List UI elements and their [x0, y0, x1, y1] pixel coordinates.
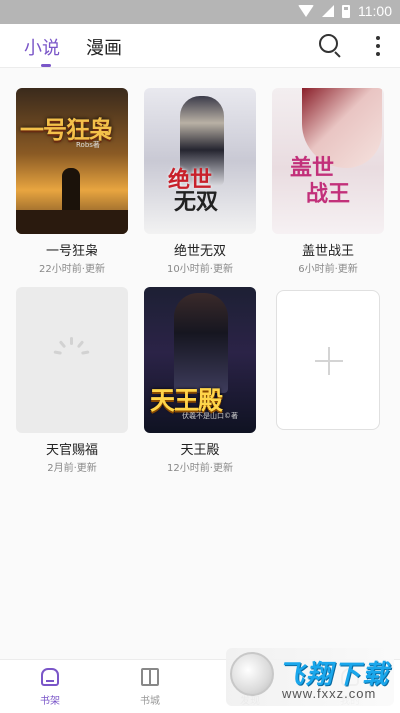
book-title: 天王殿: [180, 443, 220, 458]
wifi-icon: [298, 5, 314, 17]
book-update-time: 12小时前·更新: [167, 463, 233, 474]
nav-label: 书架: [40, 696, 60, 707]
book-card-1[interactable]: 一号狂枭 Robs著 一号狂枭 22小时前·更新: [16, 88, 128, 278]
book-cover[interactable]: 天王殿 伏羲不是山口©著: [144, 287, 256, 433]
cover-title: 盖世: [290, 156, 335, 181]
tab-novel[interactable]: 小说: [24, 34, 60, 60]
tab-comic[interactable]: 漫画: [86, 34, 122, 60]
book-title: 天官赐福: [45, 443, 98, 458]
nav-label: 书城: [140, 696, 160, 707]
book-card-2[interactable]: 绝世 无双 绝世无双 10小时前·更新: [144, 88, 256, 278]
book-update-time: 2月前·更新: [47, 463, 97, 474]
book-title: 一号狂枭: [45, 244, 98, 259]
add-book-button[interactable]: [276, 290, 380, 430]
book-card-3[interactable]: 盖世 战王 盖世战王 6小时前·更新: [272, 88, 384, 278]
nav-item-bookshelf[interactable]: 书架: [0, 660, 100, 713]
top-app-bar: 小说 漫画: [0, 24, 400, 68]
cover-author: Robs著: [76, 141, 100, 149]
plus-icon: [315, 347, 343, 375]
active-tab-indicator: [41, 64, 51, 67]
book-title: 绝世无双: [173, 244, 226, 259]
cover-title-line2: 无双: [174, 190, 219, 215]
more-options-icon[interactable]: [372, 35, 384, 57]
home-icon: [41, 668, 59, 686]
status-bar: 11:00: [0, 0, 400, 24]
watermark-logo-icon: [230, 652, 274, 696]
battery-icon: [342, 4, 350, 18]
book-cover[interactable]: 绝世 无双: [144, 88, 256, 234]
cover-title-line2: 战王: [306, 182, 351, 207]
book-title: 盖世战王: [301, 244, 354, 259]
status-icons: 11:00: [298, 3, 392, 19]
book-update-time: 6小时前·更新: [298, 264, 358, 275]
search-icon[interactable]: [319, 34, 341, 58]
book-update-time: 10小时前·更新: [167, 264, 233, 275]
watermark-url: www.fxxz.com: [282, 686, 377, 701]
book-cover[interactable]: 一号狂枭 Robs著: [16, 88, 128, 234]
book-update-time: 22小时前·更新: [39, 264, 105, 275]
book-cover[interactable]: 盖世 战王: [272, 88, 384, 234]
book-cover-loading[interactable]: [16, 287, 128, 433]
cover-author: 伏羲不是山口©著: [182, 412, 238, 420]
signal-icon: [322, 5, 334, 17]
book-card-4[interactable]: 天官赐福 2月前·更新: [16, 287, 128, 477]
watermark: 飞翔下载 www.fxxz.com: [226, 648, 394, 706]
status-time: 11:00: [358, 3, 392, 19]
nav-item-bookstore[interactable]: 书城: [100, 660, 200, 713]
book-icon: [141, 668, 159, 686]
book-card-5[interactable]: 天王殿 伏羲不是山口©著 天王殿 12小时前·更新: [144, 287, 256, 477]
cover-title: 绝世: [168, 168, 213, 193]
loading-spinner-icon: [52, 335, 92, 375]
